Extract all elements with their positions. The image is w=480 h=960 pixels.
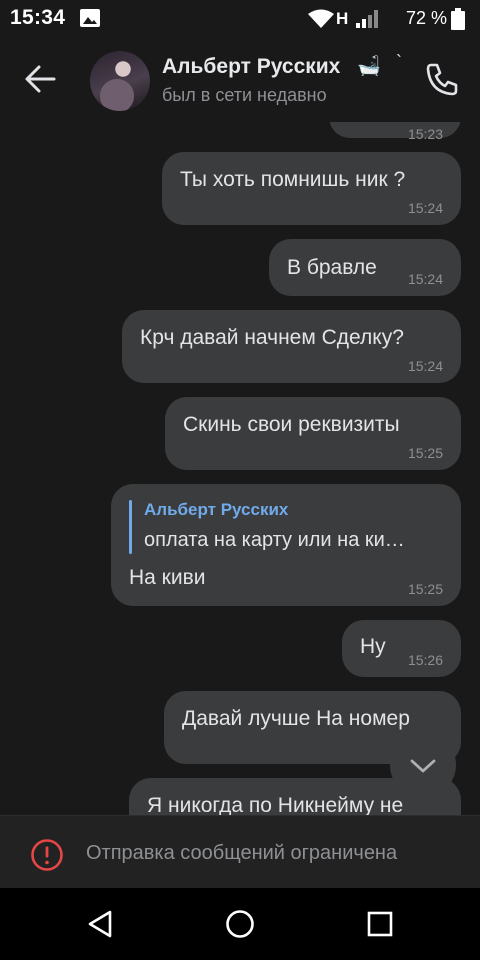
image-notification-icon bbox=[80, 9, 100, 27]
chevron-down-icon bbox=[410, 759, 436, 773]
message-text: Давай лучше На номер bbox=[182, 707, 410, 730]
messaging-restricted-bar: Отправка сообщений ограничена bbox=[0, 815, 480, 889]
network-type-label: H bbox=[336, 9, 349, 28]
scroll-to-bottom-button[interactable] bbox=[390, 732, 456, 798]
message-time: 15:25 bbox=[407, 445, 443, 461]
warning-circle-icon bbox=[31, 839, 63, 871]
name-tail: ` bbox=[396, 52, 402, 72]
nav-back-icon[interactable] bbox=[86, 909, 114, 939]
system-navigation-bar bbox=[0, 888, 480, 960]
status-bar: 15:34 H 72 % bbox=[0, 0, 480, 38]
contact-status: был в сети недавно bbox=[162, 85, 327, 105]
message-bubble[interactable]: 15:23 bbox=[329, 122, 461, 142]
message-text: Крч давай начнем Сделку? bbox=[140, 326, 404, 349]
message-text: В бравле bbox=[287, 256, 377, 279]
message-bubble[interactable]: Крч давай начнем Сделку? 15:24 bbox=[122, 310, 461, 383]
message-text: Я никогда по Никнейму не bbox=[147, 794, 404, 815]
message-bubble[interactable]: Ты хоть помнишь ник ? 15:24 bbox=[162, 152, 461, 225]
nav-recents-icon[interactable] bbox=[366, 910, 394, 938]
nav-home-icon[interactable] bbox=[224, 908, 256, 940]
message-text: Ты хоть помнишь ник ? bbox=[180, 168, 406, 191]
message-text: Скинь свои реквизиты bbox=[183, 413, 400, 436]
call-button[interactable] bbox=[421, 58, 463, 100]
message-bubble[interactable]: В бравле 15:24 bbox=[269, 239, 461, 296]
wifi-icon bbox=[308, 9, 334, 28]
phone-icon bbox=[426, 63, 458, 96]
message-time: 15:24 bbox=[407, 271, 443, 287]
message-bubble[interactable]: Скинь свои реквизиты 15:25 bbox=[165, 397, 461, 470]
message-bubble[interactable]: Ну 15:26 bbox=[342, 620, 461, 677]
message-time: 15:24 bbox=[407, 200, 443, 216]
contact-name[interactable]: Альберт Русских bbox=[162, 55, 340, 79]
cell-signal-icon bbox=[356, 10, 378, 28]
back-button[interactable] bbox=[18, 58, 64, 100]
reply-quote-text[interactable]: оплата на карту или на ки… bbox=[144, 529, 405, 552]
bath-emoji: 🛁 bbox=[357, 56, 381, 77]
message-time: 15:24 bbox=[407, 358, 443, 374]
battery-icon bbox=[451, 8, 465, 30]
status-time: 15:34 bbox=[10, 6, 66, 29]
message-text: Ну bbox=[360, 635, 386, 658]
reply-bar bbox=[129, 500, 132, 554]
message-time: 15:25 bbox=[407, 581, 443, 597]
message-time: 15:23 bbox=[407, 126, 443, 142]
message-time: 15:26 bbox=[407, 652, 443, 668]
battery-percent: 72 % bbox=[406, 8, 448, 28]
reply-author[interactable]: Альберт Русских bbox=[144, 500, 288, 520]
restriction-text: Отправка сообщений ограничена bbox=[86, 842, 398, 864]
chat-header: Альберт Русских 🛁 ` был в сети недавно bbox=[0, 38, 480, 122]
message-bubble-reply[interactable]: Альберт Русских оплата на карту или на к… bbox=[111, 484, 461, 606]
message-list[interactable]: 15:23 Ты хоть помнишь ник ? 15:24 В брав… bbox=[0, 122, 480, 815]
message-text: На киви bbox=[129, 566, 206, 589]
avatar[interactable] bbox=[90, 51, 150, 111]
back-arrow-icon bbox=[25, 65, 56, 93]
